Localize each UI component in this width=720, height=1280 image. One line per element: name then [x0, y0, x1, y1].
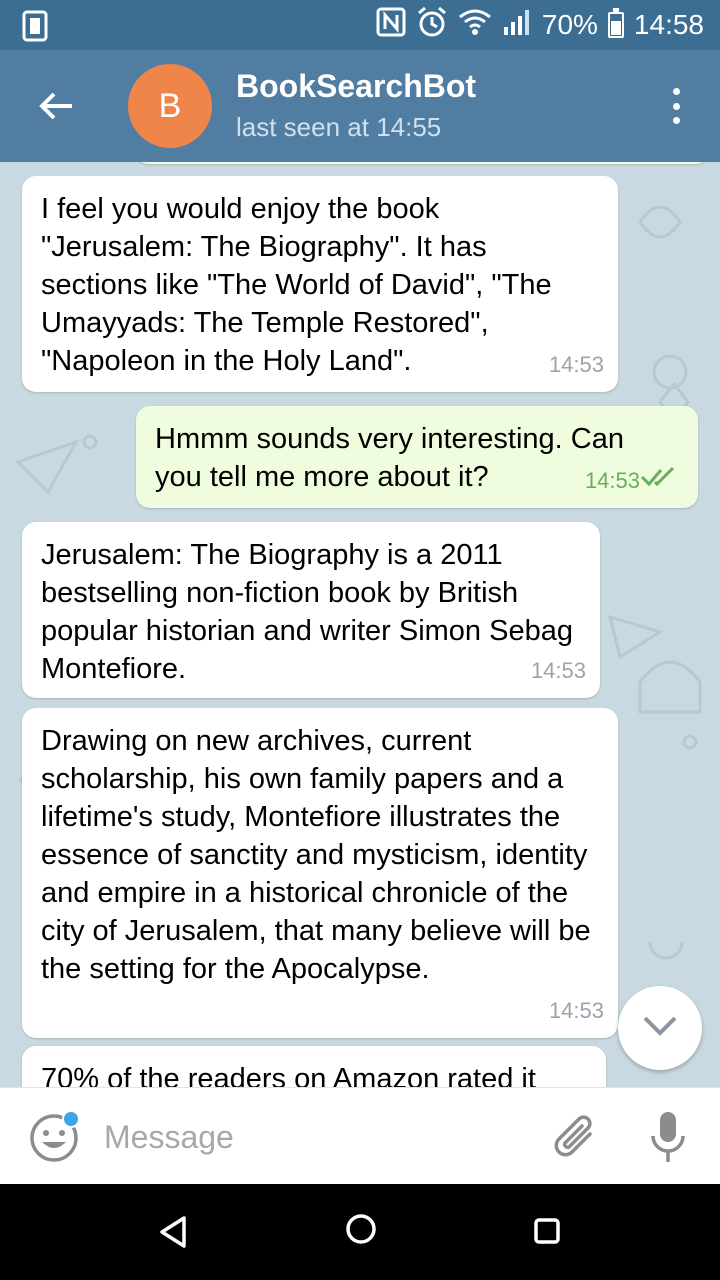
nav-back-icon[interactable] [156, 1214, 190, 1255]
message-bubble-incoming[interactable]: 70% of the readers on Amazon rated it [22, 1046, 606, 1087]
message-bubble-outgoing[interactable]: Hmmm sounds very interesting. Can you te… [136, 406, 698, 508]
message-time: 14:53 [530, 658, 586, 683]
system-navigation-bar [0, 1184, 720, 1280]
double-check-icon [640, 460, 676, 498]
avatar-letter: B [158, 86, 182, 125]
paperclip-icon[interactable] [552, 1110, 602, 1164]
notification-dot [62, 1110, 80, 1128]
device-icon [22, 10, 50, 42]
message-text: Jerusalem: The Biography is a 2011 bests… [41, 539, 573, 685]
wifi-icon [458, 7, 492, 44]
message-bubble-incoming[interactable]: Jerusalem: The Biography is a 2011 bests… [22, 522, 600, 698]
message-input[interactable] [104, 1112, 524, 1162]
chevron-down-icon [642, 1015, 678, 1042]
status-bar: 70% 14:58 [0, 0, 720, 50]
avatar[interactable]: B [128, 64, 212, 148]
message-text: 70% of the readers on Amazon rated it [41, 1063, 536, 1087]
more-vert-icon[interactable] [660, 84, 692, 128]
signal-icon [502, 7, 532, 44]
microphone-icon[interactable] [648, 1110, 688, 1166]
scroll-down-button[interactable] [618, 986, 702, 1070]
message-time: 14:53 [548, 352, 604, 377]
message-bubble-incoming[interactable]: Drawing on new archives, current scholar… [22, 708, 618, 1038]
message-list[interactable]: I feel you would enjoy the book "Jerusal… [0, 162, 720, 1087]
nav-home-icon[interactable] [344, 1212, 378, 1251]
battery-percent: 70% [541, 9, 598, 40]
nav-recents-icon[interactable] [534, 1218, 560, 1249]
clock: 14:58 [633, 9, 704, 40]
message-text: Drawing on new archives, current scholar… [41, 725, 591, 985]
chat-header: B BookSearchBot last seen at 14:55 [0, 50, 720, 162]
alarm-icon [416, 6, 448, 45]
message-bubble-incoming[interactable]: I feel you would enjoy the book "Jerusal… [22, 176, 618, 392]
message-composer [0, 1087, 720, 1184]
message-time: 14:53 [548, 998, 604, 1023]
battery-icon [607, 8, 624, 38]
message-text: I feel you would enjoy the book "Jerusal… [41, 193, 552, 377]
message-time: 14:53 [584, 468, 640, 493]
previous-message-edge [136, 162, 708, 164]
chat-title[interactable]: BookSearchBot [236, 68, 476, 105]
nfc-icon [376, 7, 406, 44]
last-seen-status: last seen at 14:55 [236, 112, 442, 142]
back-arrow-icon[interactable] [30, 80, 82, 132]
